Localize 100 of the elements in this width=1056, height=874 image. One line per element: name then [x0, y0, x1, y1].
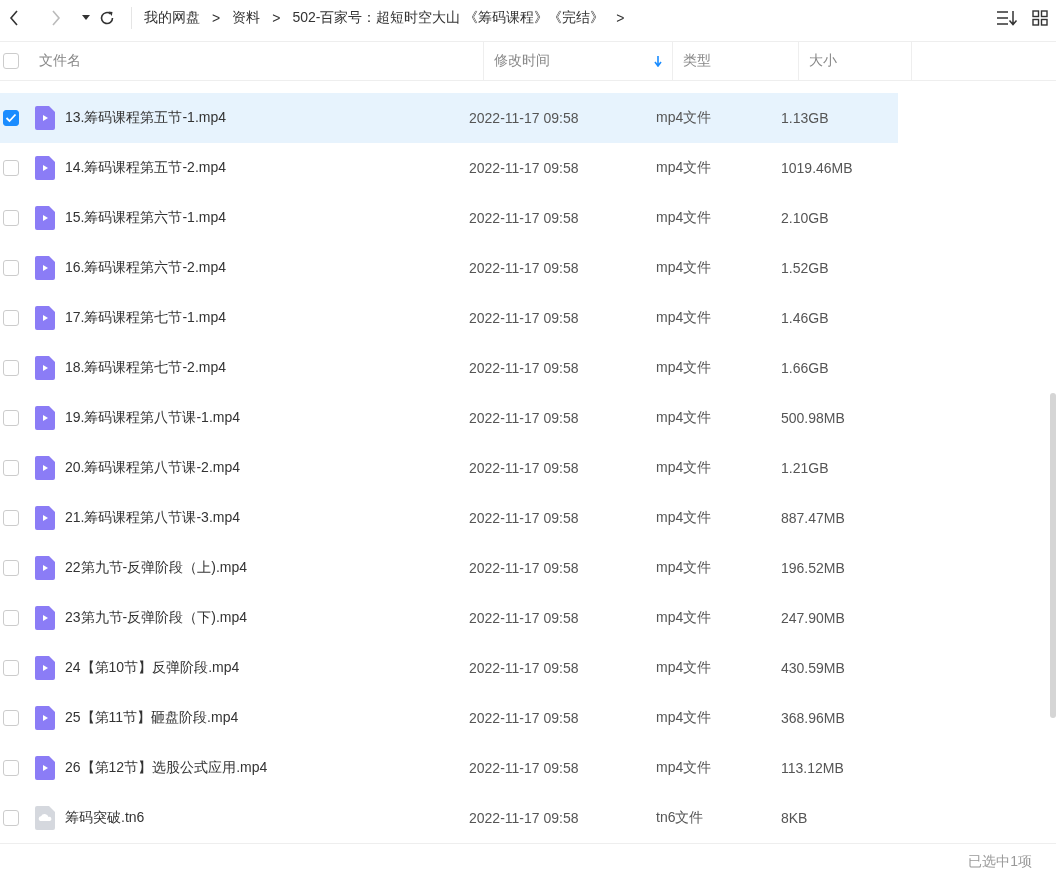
file-type: tn6文件	[656, 809, 705, 827]
file-type: mp4文件	[656, 759, 713, 777]
file-row[interactable]: 22第九节-反弹阶段（上).mp4 2022-11-17 09:58 mp4文件 196.52MB	[0, 543, 898, 593]
file-type: mp4文件	[656, 459, 713, 477]
video-file-icon	[35, 406, 55, 430]
video-file-icon	[35, 106, 55, 130]
file-name: 21.筹码课程第八节课-3.mp4	[65, 509, 242, 527]
file-name: 20.筹码课程第八节课-2.mp4	[65, 459, 242, 477]
video-file-icon	[35, 156, 55, 180]
row-checkbox[interactable]	[3, 210, 19, 226]
column-header[interactable]: 修改时间	[484, 42, 673, 80]
file-size: 2.10GB	[781, 210, 829, 226]
file-size: 1.52GB	[781, 260, 829, 276]
row-checkbox[interactable]	[3, 510, 19, 526]
row-checkbox[interactable]	[3, 610, 19, 626]
breadcrumb-separator: >	[212, 10, 221, 26]
row-checkbox[interactable]	[3, 310, 19, 326]
column-header[interactable]: 类型	[673, 42, 799, 80]
modified-time: 2022-11-17 09:58	[469, 560, 580, 576]
file-type: mp4文件	[656, 309, 713, 327]
file-size: 1019.46MB	[781, 160, 853, 176]
row-checkbox[interactable]	[3, 560, 19, 576]
row-checkbox[interactable]	[3, 760, 19, 776]
file-name: 14.筹码课程第五节-2.mp4	[65, 159, 228, 177]
column-header[interactable]: 文件名	[19, 42, 484, 80]
row-checkbox[interactable]	[3, 810, 19, 826]
file-size: 247.90MB	[781, 610, 845, 626]
file-name: 24【第10节】反弹阶段.mp4	[65, 659, 241, 677]
file-row[interactable]: 筹码突破.tn6 2022-11-17 09:58 tn6文件 8KB	[0, 793, 898, 843]
grid-view-icon[interactable]	[1032, 10, 1048, 26]
file-row[interactable]: 18.筹码课程第七节-2.mp4 2022-11-17 09:58 mp4文件 1.66GB	[0, 343, 898, 393]
file-row[interactable]: 16.筹码课程第六节-2.mp4 2022-11-17 09:58 mp4文件 1.52GB	[0, 243, 898, 293]
file-size: 500.98MB	[781, 410, 845, 426]
file-size: 887.47MB	[781, 510, 845, 526]
row-checkbox[interactable]	[3, 410, 19, 426]
modified-time: 2022-11-17 09:58	[469, 310, 580, 326]
sort-icon[interactable]	[996, 10, 1018, 26]
file-size: 430.59MB	[781, 660, 845, 676]
video-file-icon	[35, 506, 55, 530]
video-file-icon	[35, 206, 55, 230]
video-file-icon	[35, 356, 55, 380]
modified-time: 2022-11-17 09:58	[469, 460, 580, 476]
file-name: 25【第11节】砸盘阶段.mp4	[65, 709, 240, 727]
back-icon[interactable]	[8, 10, 20, 26]
file-row[interactable]: 24【第10节】反弹阶段.mp4 2022-11-17 09:58 mp4文件 430.59MB	[0, 643, 898, 693]
file-size: 8KB	[781, 810, 808, 826]
file-name: 16.筹码课程第六节-2.mp4	[65, 259, 228, 277]
video-file-icon	[35, 306, 55, 330]
row-checkbox[interactable]	[3, 260, 19, 276]
modified-time: 2022-11-17 09:58	[469, 360, 580, 376]
modified-time: 2022-11-17 09:58	[469, 510, 580, 526]
file-row[interactable]: 20.筹码课程第八节课-2.mp4 2022-11-17 09:58 mp4文件 1.21GB	[0, 443, 898, 493]
modified-time: 2022-11-17 09:58	[469, 610, 580, 626]
video-file-icon	[35, 456, 55, 480]
row-checkbox[interactable]	[3, 710, 19, 726]
video-file-icon	[35, 556, 55, 580]
breadcrumb-link[interactable]: 502-百家号：超短时空大山 《筹码课程》《完结》	[292, 9, 605, 27]
file-type: mp4文件	[656, 609, 713, 627]
file-row[interactable]: 26【第12节】选股公式应用.mp4 2022-11-17 09:58 mp4文件 113.12MB	[0, 743, 898, 793]
refresh-icon[interactable]	[99, 10, 115, 26]
modified-time: 2022-11-17 09:58	[469, 660, 580, 676]
select-all-checkbox[interactable]	[3, 53, 19, 69]
breadcrumb-link[interactable]: 我的网盘	[144, 9, 200, 27]
file-row[interactable]: 21.筹码课程第八节课-3.mp4 2022-11-17 09:58 mp4文件 887.47MB	[0, 493, 898, 543]
video-file-icon	[35, 256, 55, 280]
row-checkbox[interactable]	[3, 160, 19, 176]
file-name: 筹码突破.tn6	[65, 809, 146, 827]
forward-icon[interactable]	[50, 10, 62, 26]
modified-time: 2022-11-17 09:58	[469, 260, 580, 276]
file-row[interactable]: 23第九节-反弹阶段（下).mp4 2022-11-17 09:58 mp4文件 247.90MB	[0, 593, 898, 643]
breadcrumb-separator: >	[616, 10, 625, 26]
file-row[interactable]: 14.筹码课程第五节-2.mp4 2022-11-17 09:58 mp4文件 1019.46MB	[0, 143, 898, 193]
video-file-icon	[35, 606, 55, 630]
file-type: mp4文件	[656, 709, 713, 727]
file-name: 23第九节-反弹阶段（下).mp4	[65, 609, 249, 627]
file-row[interactable]: 13.筹码课程第五节-1.mp4 2022-11-17 09:58 mp4文件 1.13GB	[0, 93, 898, 143]
file-type: mp4文件	[656, 509, 713, 527]
breadcrumb-separator: >	[272, 10, 281, 26]
file-type: mp4文件	[656, 109, 713, 127]
row-checkbox[interactable]	[3, 460, 19, 476]
caret-icon[interactable]	[82, 15, 90, 21]
breadcrumb-link[interactable]: 资料	[232, 9, 261, 27]
file-size: 196.52MB	[781, 560, 845, 576]
file-row[interactable]: 19.筹码课程第八节课-1.mp4 2022-11-17 09:58 mp4文件 500.98MB	[0, 393, 898, 443]
file-name: 15.筹码课程第六节-1.mp4	[65, 209, 228, 227]
file-type: mp4文件	[656, 409, 713, 427]
video-file-icon	[35, 706, 55, 730]
file-size: 1.13GB	[781, 110, 829, 126]
row-checkbox[interactable]	[3, 660, 19, 676]
file-row[interactable]: 17.筹码课程第七节-1.mp4 2022-11-17 09:58 mp4文件 1.46GB	[0, 293, 898, 343]
modified-time: 2022-11-17 09:58	[469, 710, 580, 726]
file-row[interactable]: 15.筹码课程第六节-1.mp4 2022-11-17 09:58 mp4文件 2.10GB	[0, 193, 898, 243]
modified-time: 2022-11-17 09:58	[469, 410, 580, 426]
file-type: mp4文件	[656, 359, 713, 377]
file-row[interactable]: 25【第11节】砸盘阶段.mp4 2022-11-17 09:58 mp4文件 368.96MB	[0, 693, 898, 743]
column-header[interactable]: 大小	[799, 42, 912, 80]
row-checkbox[interactable]	[3, 360, 19, 376]
modified-time: 2022-11-17 09:58	[469, 210, 580, 226]
video-file-icon	[35, 656, 55, 680]
row-checkbox[interactable]	[3, 110, 19, 126]
